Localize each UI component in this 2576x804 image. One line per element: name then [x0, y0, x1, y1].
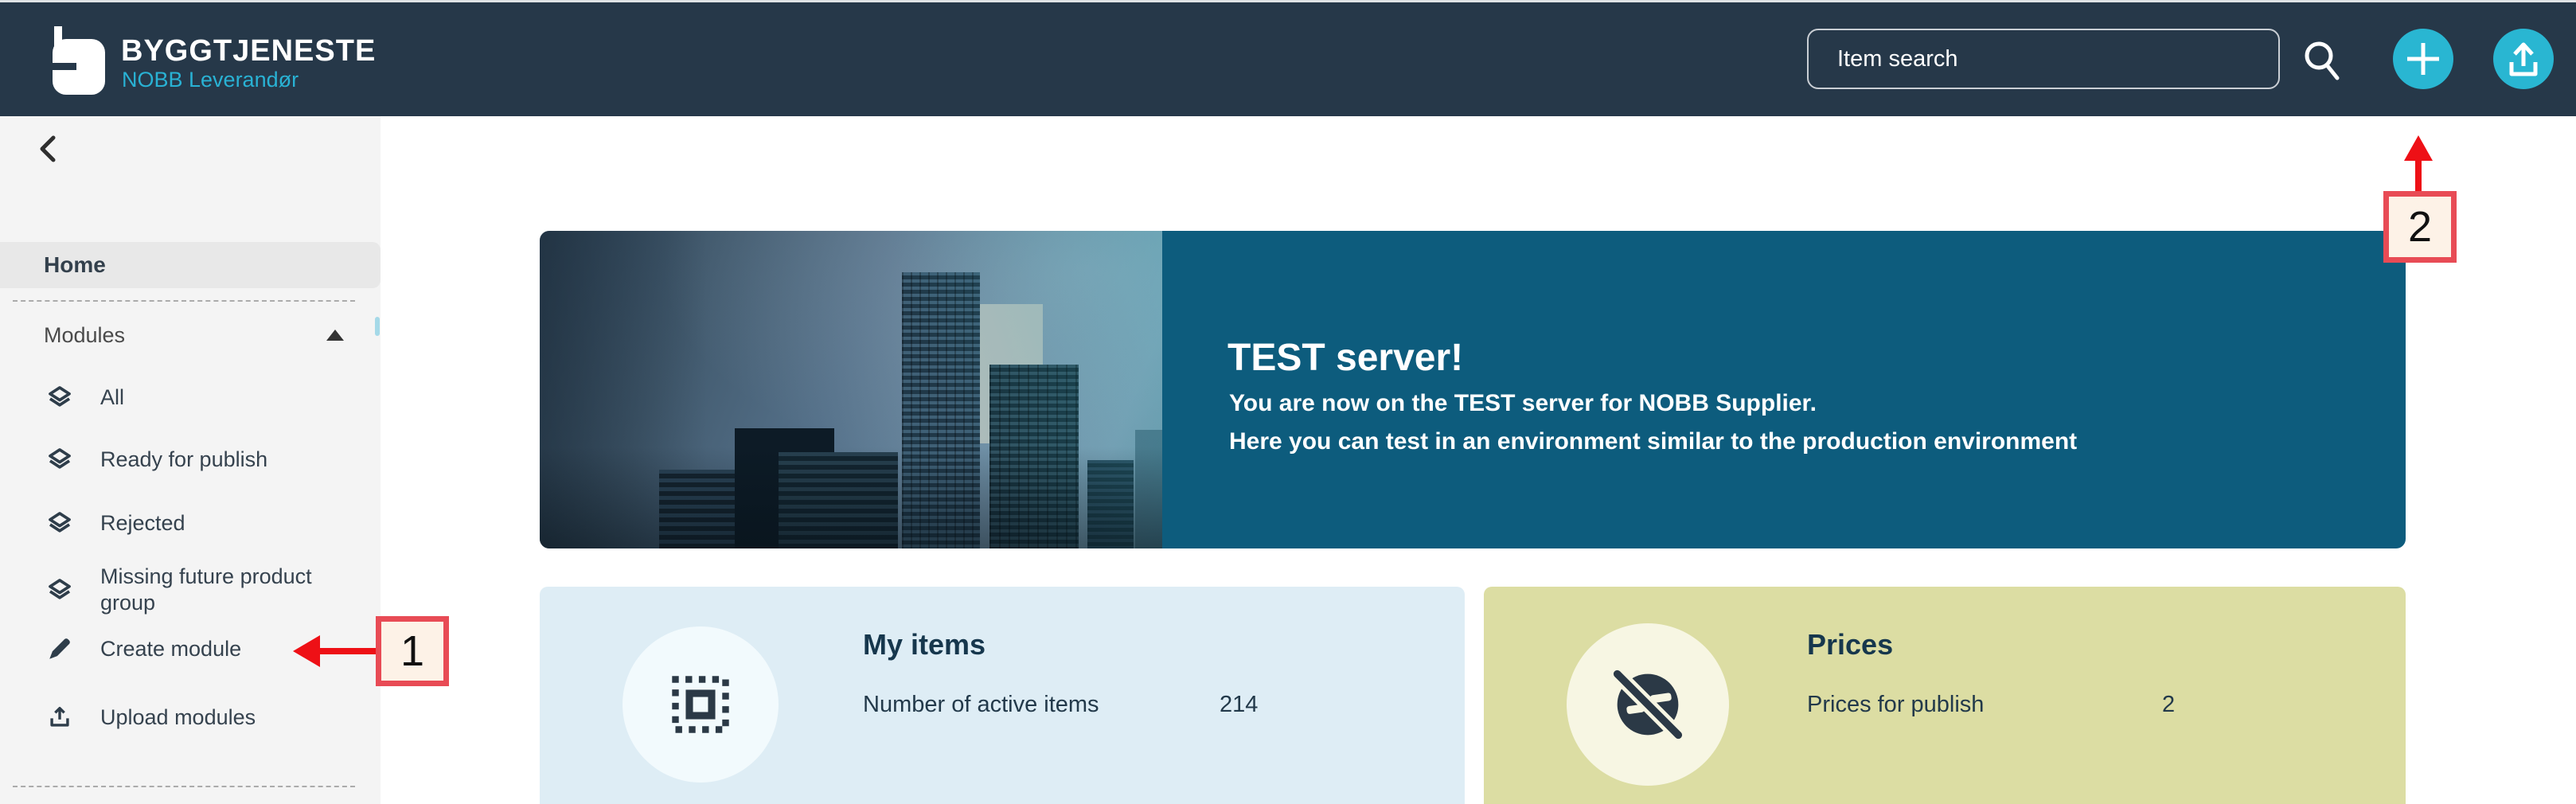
annotation-arrow-up — [2404, 135, 2433, 161]
card-value: 2 — [2162, 692, 2175, 718]
card-value: 214 — [1220, 692, 1258, 718]
byggtjeneste-logo-icon[interactable] — [53, 26, 107, 95]
sidebar-collapse-button[interactable] — [30, 132, 65, 167]
annotation-arrow-shaft — [2415, 159, 2422, 193]
module-icon — [667, 671, 734, 738]
sidebar-item-label: Upload modules — [100, 704, 256, 731]
layers-icon — [46, 576, 73, 603]
annotation-arrow-left — [293, 635, 320, 667]
modules-section-label: Modules — [44, 323, 125, 348]
app-root: BYGGTJENESTE NOBB Leverandør — [0, 0, 2576, 804]
price-crossed-icon — [1601, 658, 1695, 751]
sidebar-item-label: Create module — [100, 636, 241, 662]
sidebar-item-rejected[interactable]: Rejected — [46, 509, 185, 537]
layers-icon — [46, 446, 73, 473]
sidebar-item-label: All — [100, 384, 124, 411]
sidebar-item-label: Rejected — [100, 510, 185, 537]
banner-line1: You are now on the TEST server for NOBB … — [1229, 390, 1817, 417]
card-label: Prices for publish — [1807, 692, 1984, 718]
pencil-icon — [46, 635, 73, 662]
banner-line2: Here you can test in an environment simi… — [1229, 428, 2077, 455]
layers-icon — [46, 384, 73, 411]
item-search-input[interactable] — [1807, 29, 2280, 89]
card-icon-circle — [1567, 623, 1729, 786]
sidebar-item-ready-for-publish[interactable]: Ready for publish — [46, 446, 267, 473]
annotation-number: 1 — [400, 626, 424, 676]
prices-card[interactable]: Prices Prices for publish 2 — [1484, 587, 2406, 804]
sidebar-divider — [13, 300, 355, 302]
card-label: Number of active items — [863, 692, 1099, 718]
search-icon[interactable] — [2297, 36, 2347, 85]
layers-icon — [46, 509, 73, 537]
sidebar-item-label: Missing future product group — [100, 564, 349, 616]
upload-icon — [46, 704, 73, 731]
sidebar-item-create-module[interactable]: Create module — [46, 635, 241, 662]
sidebar-divider — [13, 786, 355, 787]
chevron-left-icon — [36, 135, 60, 163]
sidebar-item-missing-future-product-group[interactable]: Missing future product group — [46, 564, 349, 616]
card-title: My items — [863, 628, 986, 662]
sidebar-item-home[interactable]: Home — [0, 242, 381, 288]
add-button[interactable] — [2393, 29, 2453, 89]
test-server-banner: TEST server! You are now on the TEST ser… — [540, 231, 2406, 548]
upload-button[interactable] — [2493, 29, 2554, 89]
annotation-arrow-shaft — [318, 648, 376, 654]
collapse-arrow-up-icon[interactable] — [326, 330, 344, 341]
plus-icon — [2393, 29, 2453, 89]
sidebar-item-label: Ready for publish — [100, 447, 267, 473]
banner-title: TEST server! — [1228, 336, 1463, 380]
annotation-marker-2: 2 — [2383, 191, 2457, 263]
home-label: Home — [44, 252, 106, 278]
my-items-card[interactable]: My items Number of active items 214 — [540, 587, 1465, 804]
sidebar: Home Modules All Ready for publish — [0, 116, 381, 804]
brand-subtitle: NOBB Leverandør — [122, 68, 299, 92]
sidebar-item-all[interactable]: All — [46, 384, 124, 411]
annotation-marker-1: 1 — [376, 616, 449, 686]
upload-icon — [2493, 29, 2554, 89]
brand-title: BYGGTJENESTE — [121, 34, 376, 68]
sidebar-item-upload-modules[interactable]: Upload modules — [46, 704, 256, 731]
top-navbar: BYGGTJENESTE NOBB Leverandør — [0, 2, 2576, 116]
annotation-number: 2 — [2408, 202, 2432, 252]
city-hero-image — [540, 231, 1162, 548]
card-icon-circle — [623, 626, 779, 783]
card-title: Prices — [1807, 628, 1893, 662]
sidebar-section-modules[interactable]: Modules — [0, 318, 381, 355]
